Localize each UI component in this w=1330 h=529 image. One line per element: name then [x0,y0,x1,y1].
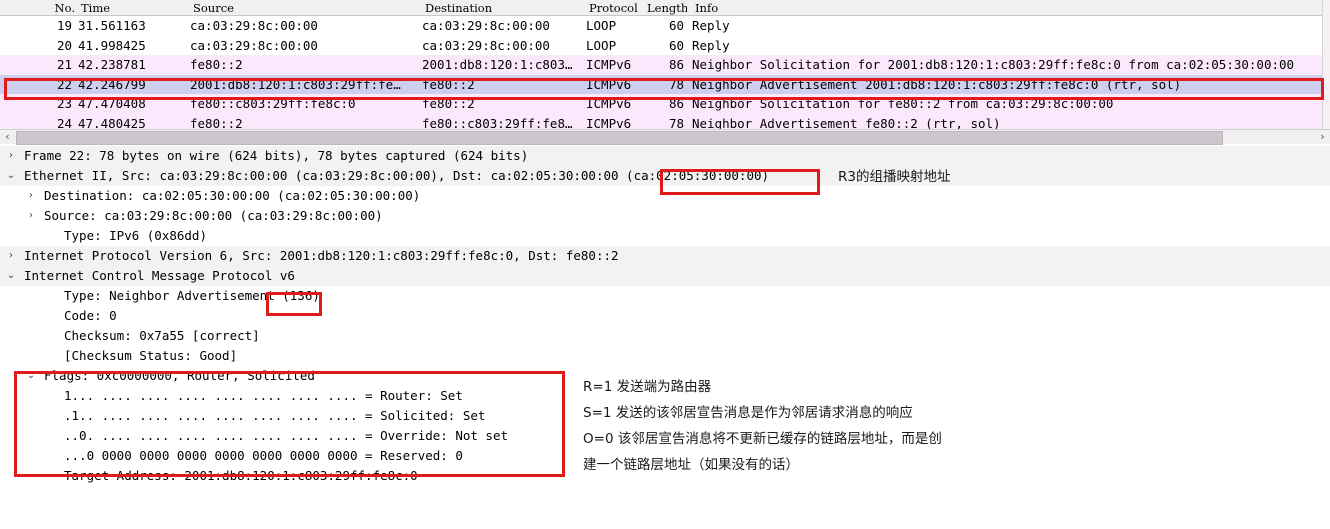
detail-tree-label: Target Address: 2001:db8:120:1:c803:29ff… [64,468,418,483]
annotation-flag-router: R=1 发送端为路由器 [583,379,712,395]
packet-cell-source: ca:03:29:8c:00:00 [190,18,318,33]
packet-cell-destination: fe80::2 [422,76,475,92]
packet-cell-source: 2001:db8:120:1:c803:29ff:fe… [190,76,401,92]
packet-cell-info: Reply [692,18,730,33]
packet-cell-protocol: LOOP [586,37,617,53]
chevron-down-icon[interactable]: ⌄ [4,266,18,286]
chevron-down-icon[interactable]: ⌄ [4,166,18,186]
scroll-left-arrow-icon[interactable]: ‹ [0,130,15,144]
packet-list-row[interactable]: 19 31.561163 ca:03:29:8c:00:00 ca:03:29:8c:… [0,16,1330,36]
detail-tree-label: Checksum: 0x7a55 [correct] [64,328,260,343]
detail-tree-row[interactable]: ⌄ Ethernet II, Src: ca:03:29:8c:00:00 (ca… [0,166,1330,186]
packet-cell-time: 41.998425 [78,37,146,53]
detail-tree-row[interactable]: Code: 0 [0,306,1330,326]
packet-cell-no: 19 [56,18,72,33]
column-header-destination[interactable]: Destination [422,1,583,15]
packet-list-row[interactable]: 23 47.470408 fe80::c803:29ff:fe8c:0 fe80::2… [0,94,1330,114]
packet-cell-no: 23 [56,96,72,111]
detail-tree-row[interactable]: › Destination: ca:02:05:30:00:00 (ca:02:0… [0,186,1330,206]
column-header-source[interactable]: Source [190,1,421,15]
detail-tree-label: Type: IPv6 (0x86dd) [64,228,207,243]
hscroll-thumb[interactable] [16,131,1223,145]
column-header-protocol[interactable]: Protocol [586,1,651,15]
detail-tree-label: Ethernet II, Src: ca:03:29:8c:00:00 (ca:… [24,168,770,183]
detail-tree-row[interactable]: › Internet Protocol Version 6, Src: 2001:… [0,246,1330,266]
packet-cell-protocol: ICMPv6 [586,76,632,92]
packet-cell-destination: ca:03:29:8c:00:00 [422,18,550,33]
packet-cell-time: 47.470408 [78,96,146,111]
detail-tree-row[interactable]: › Source: ca:03:29:8c:00:00 (ca:03:29:8c:… [0,206,1330,226]
detail-tree-row[interactable]: Type: Neighbor Advertisement (136) [0,286,1330,306]
chevron-right-icon[interactable]: › [4,146,18,166]
packet-cell-destination: 2001:db8:120:1:c803… [422,57,573,72]
column-header-no[interactable]: No. [0,1,75,15]
packet-cell-length: 78 [668,76,684,92]
packet-cell-info: Neighbor Advertisement 2001:db8:120:1:c8… [692,76,1182,92]
detail-tree-label: Internet Protocol Version 6, Src: 2001:d… [24,248,619,263]
packet-cell-protocol: LOOP [586,18,617,33]
detail-tree-row[interactable]: ⌄ Internet Control Message Protocol v6 [0,266,1330,286]
packet-cell-source: fe80::c803:29ff:fe8c:0 [190,96,356,111]
packet-cell-info: Neighbor Solicitation for fe80::2 from c… [692,96,1114,111]
detail-tree-label: [Checksum Status: Good] [64,348,238,363]
detail-tree-label: Flags: 0xc0000000, Router, Solicited [44,368,315,383]
annotation-multicast-mac: R3的组播映射地址 [838,169,951,185]
packet-cell-info: Reply [692,37,730,53]
packet-cell-length: 86 [668,96,684,111]
annotation-flags-explanation: R=1 发送端为路由器 S=1 发送的该邻居宣告消息是作为邻居请求消息的响应 O… [583,374,1083,478]
column-header-info[interactable]: Info [692,1,1330,15]
packet-cell-length: 86 [668,57,684,72]
chevron-down-icon[interactable]: ⌄ [24,366,38,386]
packet-cell-time: 42.238781 [78,57,146,72]
packet-list-header: No. Time Source Destination Protocol Len… [0,0,1330,16]
packet-cell-time: 31.561163 [78,18,146,33]
detail-tree-label: Type: Neighbor Advertisement (136) [64,288,320,303]
chevron-right-icon[interactable]: › [4,246,18,266]
packet-list-row[interactable]: 22 42.246799 2001:db8:120:1:c803:29ff:fe… f… [0,74,1330,94]
detail-tree-label: Destination: ca:02:05:30:00:00 (ca:02:05… [44,188,421,203]
packet-cell-length: 60 [668,18,684,33]
detail-tree-label: Source: ca:03:29:8c:00:00 (ca:03:29:8c:0… [44,208,383,223]
detail-tree-label: Frame 22: 78 bytes on wire (624 bits), 7… [24,148,529,163]
detail-tree-label: Internet Control Message Protocol v6 [24,268,295,283]
packet-cell-info: Neighbor Solicitation for 2001:db8:120:1… [692,57,1295,72]
packet-cell-no: 20 [56,37,72,53]
detail-tree-label: ..0. .... .... .... .... .... .... .... … [64,428,509,443]
chevron-right-icon[interactable]: › [24,186,38,206]
chevron-right-icon[interactable]: › [24,206,38,226]
packet-list-row[interactable]: 21 42.238781 fe80::2 2001:db8:120:1:c803… IC… [0,55,1330,75]
column-header-time[interactable]: Time [78,1,187,15]
packet-cell-no: 22 [56,76,72,92]
packet-list-pane[interactable]: No. Time Source Destination Protocol Len… [0,0,1330,137]
detail-tree-row[interactable]: Checksum: 0x7a55 [correct] [0,326,1330,346]
packet-list-rows: 19 31.561163 ca:03:29:8c:00:00 ca:03:29:8c:… [0,16,1330,133]
detail-tree-row[interactable]: Type: IPv6 (0x86dd) [0,226,1330,246]
detail-tree-label: .1.. .... .... .... .... .... .... .... … [64,408,486,423]
annotation-flag-override-cont: 建一个链路层地址（如果没有的话） [583,457,799,473]
detail-tree-label: Code: 0 [64,308,117,323]
packet-cell-time: 42.246799 [78,76,146,92]
column-header-length[interactable]: Length [644,1,687,15]
detail-tree-label: 1... .... .... .... .... .... .... .... … [64,388,463,403]
packet-cell-no: 21 [56,57,72,72]
packet-cell-length: 60 [668,37,684,53]
packet-list-vertical-scrollbar[interactable] [1322,0,1330,137]
annotation-flag-override: O=0 该邻居宣告消息将不更新已缓存的链路层地址，而是创 [583,431,942,447]
packet-cell-destination: fe80::2 [422,96,475,111]
packet-cell-protocol: ICMPv6 [586,96,632,111]
scroll-right-arrow-icon[interactable]: › [1315,130,1330,144]
annotation-flag-solicited: S=1 发送的该邻居宣告消息是作为邻居请求消息的响应 [583,405,913,421]
detail-tree-row[interactable]: [Checksum Status: Good] [0,346,1330,366]
detail-tree-row[interactable]: › Frame 22: 78 bytes on wire (624 bits), … [0,146,1330,166]
packet-cell-source: ca:03:29:8c:00:00 [190,37,318,53]
packet-cell-destination: ca:03:29:8c:00:00 [422,37,550,53]
packet-cell-source: fe80::2 [190,57,243,72]
packet-list-horizontal-scrollbar[interactable]: ‹ › [0,129,1330,145]
packet-cell-protocol: ICMPv6 [586,57,632,72]
packet-list-row[interactable]: 20 41.998425 ca:03:29:8c:00:00 ca:03:29:8c:… [0,35,1330,55]
detail-tree-label: ...0 0000 0000 0000 0000 0000 0000 0000 … [64,448,463,463]
